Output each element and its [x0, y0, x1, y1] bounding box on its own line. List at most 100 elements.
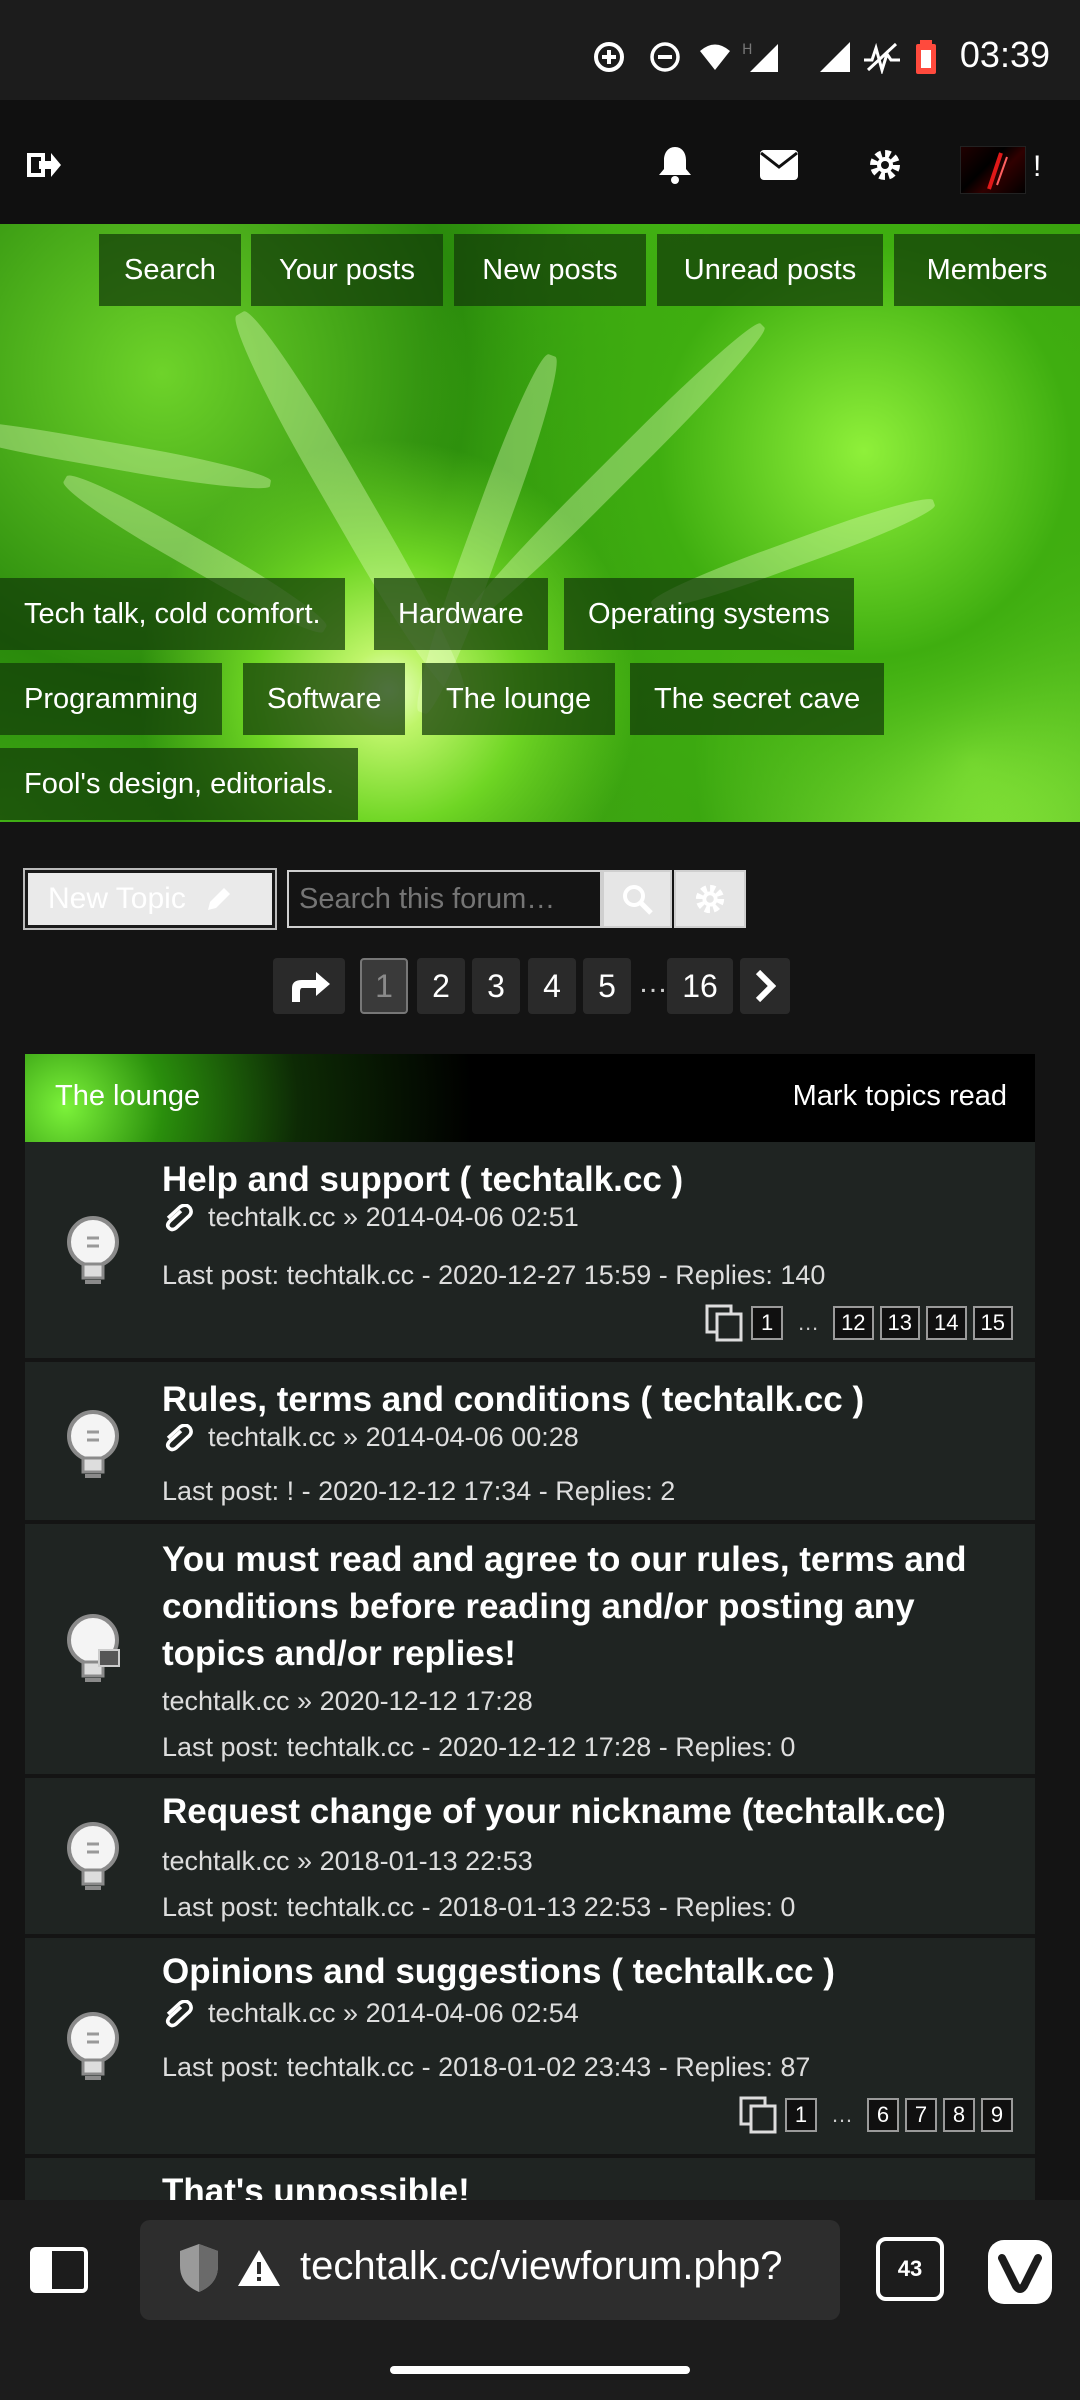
category-programming[interactable]: Programming — [0, 663, 223, 735]
pencil-icon — [207, 888, 230, 910]
topic-row[interactable]: Help and support ( techtalk.cc ) techtal… — [25, 1142, 1035, 1360]
topic-page-link[interactable]: 12 — [833, 1306, 874, 1340]
page-5[interactable]: 5 — [583, 958, 631, 1014]
gear-icon[interactable] — [860, 140, 910, 190]
page-3[interactable]: 3 — [472, 958, 520, 1014]
topic-page-link[interactable]: 13 — [879, 1306, 921, 1340]
topic-page-ellipsis: … — [797, 1310, 820, 1335]
topic-page-link[interactable]: 6 — [867, 2098, 899, 2132]
topic-row[interactable]: Request change of your nickname (techtal… — [25, 1778, 1035, 1936]
topic-page-ellipsis: … — [831, 2102, 853, 2127]
multipage-icon — [705, 1304, 743, 1342]
category-software[interactable]: Software — [243, 663, 406, 735]
category-hardware[interactable]: Hardware — [374, 578, 548, 650]
topic-page-link[interactable]: 1 — [751, 1306, 784, 1340]
svg-text:H: H — [742, 42, 753, 58]
topic-page-link[interactable]: 8 — [943, 2098, 975, 2132]
topic-last-post: Last post: techtalk.cc - 2020-12-12 17:2… — [162, 1732, 796, 1762]
topic-last-post: Last post: ! - 2020-12-12 17:34 - Replie… — [162, 1476, 676, 1506]
topic-title[interactable]: Request change of your nickname (techtal… — [162, 1788, 1012, 1835]
wifi-icon — [700, 44, 730, 70]
status-time: 03:39 — [959, 34, 1050, 75]
topic-author-date: techtalk.cc » 2020-12-12 17:28 — [162, 1686, 533, 1716]
mark-topics-read-link[interactable]: Mark topics read — [793, 1080, 1007, 1113]
vivaldi-menu-icon[interactable] — [988, 2240, 1052, 2304]
category-fools-design[interactable]: Fool's design, editorials. — [0, 748, 359, 820]
shield-icon[interactable] — [178, 2242, 220, 2294]
home-indicator[interactable] — [390, 2366, 690, 2374]
category-secret-cave[interactable]: The secret cave — [630, 663, 885, 735]
nav-members[interactable]: Members — [894, 234, 1080, 306]
sidebar-toggle-icon[interactable] — [30, 2247, 88, 2293]
logout-icon[interactable] — [20, 140, 70, 190]
page-16[interactable]: 16 — [667, 958, 733, 1014]
multipage-icon — [739, 2096, 777, 2134]
topic-pagination: 1 … 12 13 14 15 — [705, 1304, 1013, 1342]
activity-icon — [864, 42, 900, 74]
forum-title: The lounge — [55, 1080, 201, 1112]
nav-new-posts[interactable]: New posts — [454, 234, 646, 306]
topic-meta: techtalk.cc » 2014-04-06 02:51 — [162, 1202, 579, 1233]
topic-title[interactable]: You must read and agree to our rules, te… — [162, 1536, 1012, 1677]
nav-your-posts[interactable]: Your posts — [251, 234, 443, 306]
data-saver-icon — [594, 42, 624, 72]
do-not-disturb-icon — [650, 42, 680, 72]
lightbulb-locked-icon — [67, 1614, 120, 1682]
bell-icon[interactable] — [650, 140, 700, 190]
search-icon[interactable] — [602, 870, 672, 928]
topic-meta: techtalk.cc » 2014-04-06 00:28 — [162, 1422, 579, 1453]
warning-icon[interactable] — [236, 2248, 282, 2288]
topic-page-link[interactable]: 9 — [981, 2098, 1013, 2132]
paperclip-icon — [165, 1423, 193, 1451]
topic-last-post: Last post: techtalk.cc - 2020-12-27 15:5… — [162, 1260, 826, 1290]
topic-meta: techtalk.cc » 2014-04-06 02:54 — [162, 1998, 579, 2029]
avatar[interactable] — [960, 146, 1026, 194]
url-text[interactable]: techtalk.cc/viewforum.php? — [300, 2244, 782, 2289]
topic-row[interactable]: Opinions and suggestions ( techtalk.cc )… — [25, 1938, 1035, 2156]
topic-page-link[interactable]: 7 — [905, 2098, 937, 2132]
topic-author-date: techtalk.cc » 2014-04-06 02:54 — [208, 1998, 579, 2028]
nav-search[interactable]: Search — [99, 234, 241, 306]
topic-author-date: techtalk.cc » 2014-04-06 00:28 — [208, 1422, 579, 1452]
app-header — [0, 100, 1080, 224]
topic-last-post: Last post: techtalk.cc - 2018-01-02 23:4… — [162, 2052, 811, 2082]
forum-header: The lounge Mark topics read — [25, 1054, 1035, 1142]
topic-page-link[interactable]: 14 — [926, 1306, 967, 1340]
tab-count-button[interactable]: 43 — [876, 2237, 944, 2301]
topic-page-link[interactable]: 1 — [785, 2098, 817, 2132]
jump-to-page-icon[interactable] — [273, 958, 345, 1014]
topic-title[interactable]: Help and support ( techtalk.cc ) — [162, 1156, 1012, 1203]
pagination-ellipsis: … — [638, 966, 668, 999]
lightbulb-icon — [67, 1216, 119, 1284]
new-topic-button[interactable]: New Topic — [23, 868, 277, 930]
advanced-search-gear-icon[interactable] — [674, 870, 746, 928]
topic-author-date: techtalk.cc » 2014-04-06 02:51 — [208, 1202, 579, 1232]
next-page-chevron-icon[interactable] — [740, 958, 790, 1014]
topic-row[interactable]: You must read and agree to our rules, te… — [25, 1524, 1035, 1776]
envelope-icon[interactable] — [754, 140, 804, 190]
signal-h-icon: H — [742, 42, 778, 72]
category-operating-systems[interactable]: Operating systems — [564, 578, 854, 650]
topic-title[interactable]: Rules, terms and conditions ( techtalk.c… — [162, 1376, 1012, 1423]
page-1[interactable]: 1 — [360, 958, 408, 1014]
status-bar: H 03:39 — [0, 0, 1080, 100]
nav-unread-posts[interactable]: Unread posts — [657, 234, 883, 306]
topic-row[interactable]: Rules, terms and conditions ( techtalk.c… — [25, 1362, 1035, 1522]
signal-icon — [820, 42, 850, 72]
paperclip-icon — [165, 1999, 193, 2027]
page-4[interactable]: 4 — [528, 958, 576, 1014]
battery-icon — [916, 40, 936, 74]
category-the-lounge[interactable]: The lounge — [422, 663, 616, 735]
lightbulb-icon — [67, 1410, 119, 1478]
topic-meta: techtalk.cc » 2018-01-13 22:53 — [162, 1846, 533, 1877]
forum-search-input[interactable] — [287, 870, 602, 928]
topic-author-date: techtalk.cc » 2018-01-13 22:53 — [162, 1846, 533, 1876]
topic-meta: techtalk.cc » 2020-12-12 17:28 — [162, 1686, 533, 1717]
topic-title[interactable]: Opinions and suggestions ( techtalk.cc ) — [162, 1948, 1012, 1995]
user-indicator: ! — [1033, 150, 1042, 183]
new-topic-label: New Topic — [48, 882, 186, 915]
category-tech-talk[interactable]: Tech talk, cold comfort. — [0, 578, 345, 650]
topic-page-link[interactable]: 15 — [972, 1306, 1013, 1340]
page-2[interactable]: 2 — [417, 958, 465, 1014]
lightbulb-icon — [67, 1822, 119, 1890]
